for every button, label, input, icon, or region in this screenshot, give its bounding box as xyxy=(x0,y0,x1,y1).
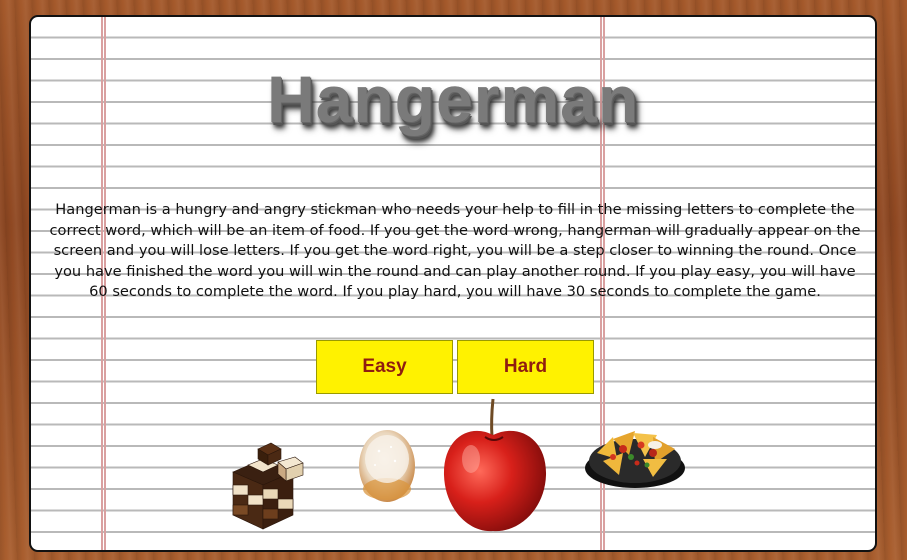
notebook-paper: Hangerman Hangerman is a hungry and angr… xyxy=(29,15,877,552)
donut-image xyxy=(359,430,415,502)
game-description: Hangerman is a hungry and angry stickman… xyxy=(49,201,861,300)
apple-image xyxy=(443,398,547,532)
chocolate-image xyxy=(232,442,304,530)
nachos-image xyxy=(585,431,685,488)
game-title: Hangerman xyxy=(266,62,640,136)
hard-button[interactable]: Hard xyxy=(457,340,594,394)
easy-button[interactable]: Easy xyxy=(316,340,453,394)
